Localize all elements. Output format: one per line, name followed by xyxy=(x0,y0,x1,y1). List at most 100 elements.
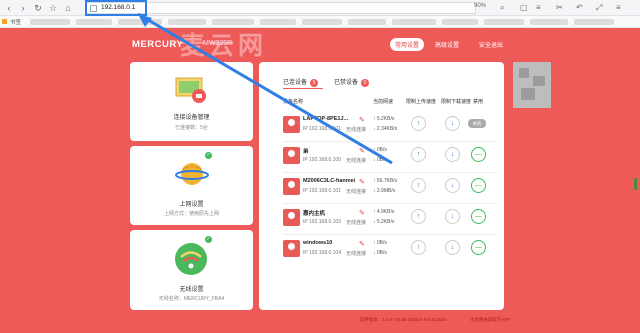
tab-blocked[interactable]: 已禁设备 0 xyxy=(334,77,370,87)
card-subtitle: 已连接数：5台 xyxy=(175,125,208,131)
nav-advanced-settings[interactable]: 高级设置 xyxy=(430,38,464,51)
upload-speed: ↑ 0B/s xyxy=(373,147,387,153)
limit-download-button[interactable]: ↓ xyxy=(445,147,460,162)
upload-speed: ↑ 4.9KB/s xyxy=(373,209,395,215)
device-icon xyxy=(283,209,300,226)
device-panel: 已连设备 5 已禁设备 0 设备名称 当前网速 限制上传速度 限制下载速度 禁用 L… xyxy=(259,62,504,310)
card-subtitle: 无线名称：MERCURY_FBA4 xyxy=(158,296,225,302)
bookmark-item[interactable] xyxy=(30,19,70,25)
tab-count-badge: 0 xyxy=(361,79,370,87)
bookmark-label[interactable]: 书签 xyxy=(10,18,21,26)
edit-icon[interactable]: ✎ xyxy=(359,147,365,155)
device-row: windows10 IP 192.168.0.104 无线连接 ✎ ↑ 0B/s… xyxy=(283,240,498,266)
bookmark-icon[interactable]: ☆ xyxy=(48,3,58,13)
connection-type: 无线连接 xyxy=(346,220,367,226)
col-device-name: 设备名称 xyxy=(283,99,304,105)
card-wireless-settings[interactable]: ✓ 无线设置 无线名称：MERCURY_FBA4 xyxy=(130,230,253,310)
local-device-badge: 本机 xyxy=(468,119,486,128)
tab-label: 已连设备 xyxy=(283,80,308,86)
row-divider xyxy=(283,234,498,235)
brand-logo: MERCURY xyxy=(132,39,184,50)
more-icon[interactable]: ≡ xyxy=(616,3,621,13)
device-ip: IP 192.168.0.103 xyxy=(303,219,341,225)
bookmark-item[interactable] xyxy=(118,19,162,25)
menu-icon[interactable]: ≡ xyxy=(536,3,541,13)
block-toggle[interactable]: — xyxy=(471,209,486,224)
edit-icon[interactable]: ✎ xyxy=(359,209,365,217)
limit-download-button[interactable]: ↓ xyxy=(445,178,460,193)
bookmark-item[interactable] xyxy=(484,19,524,25)
star-icon xyxy=(2,19,7,24)
limit-download-button[interactable]: ↓ xyxy=(445,209,460,224)
tab-connected[interactable]: 已连设备 5 xyxy=(283,77,319,87)
connection-type: 无线连接 xyxy=(346,158,367,164)
cut-icon[interactable]: ✂ xyxy=(556,3,563,13)
row-divider xyxy=(283,141,498,142)
card-device-management[interactable]: 连接设备管理 已连接数：5台 xyxy=(130,62,253,141)
limit-upload-button[interactable]: ↑ xyxy=(411,147,426,162)
connection-type: 无线连接 xyxy=(346,251,367,257)
device-row: 弟 IP 192.168.0.100 无线连接 ✎ ↑ 0B/s ↓ 0B/s … xyxy=(283,147,498,173)
blurred-image xyxy=(513,62,551,108)
globe-icon xyxy=(175,163,209,185)
extension-icon[interactable]: ▢ xyxy=(520,3,528,13)
bookmark-item[interactable] xyxy=(76,19,112,25)
forward-icon[interactable]: › xyxy=(18,3,28,13)
nav-common-settings[interactable]: 常用设置 xyxy=(390,38,425,51)
device-name: LAPTOP-8PE1J... xyxy=(303,116,349,122)
reload-icon[interactable]: ↻ xyxy=(33,3,43,13)
limit-upload-button[interactable]: ↑ xyxy=(411,209,426,224)
block-toggle[interactable]: — xyxy=(471,147,486,162)
tab-count-badge: 5 xyxy=(310,79,319,87)
col-current-speed: 当前网速 xyxy=(373,99,394,105)
scroll-indicator[interactable] xyxy=(634,178,637,190)
device-icon xyxy=(283,240,300,257)
upload-speed: ↑ 0B/s xyxy=(373,240,387,246)
edit-icon[interactable]: ✎ xyxy=(359,240,365,248)
limit-download-button[interactable]: ↓ xyxy=(445,240,460,255)
device-name: windows10 xyxy=(303,240,333,246)
nav-logout[interactable]: 安全退出 xyxy=(474,38,508,51)
device-icon xyxy=(283,116,300,133)
edit-icon[interactable]: ✎ xyxy=(359,116,365,124)
undo-icon[interactable]: ↶ xyxy=(576,3,583,13)
device-ip: IP 192.168.0.101 xyxy=(303,126,341,132)
bookmark-item[interactable] xyxy=(212,19,254,25)
block-toggle[interactable]: — xyxy=(471,240,486,255)
home-icon[interactable]: ⌂ xyxy=(63,3,73,13)
bookmark-item[interactable] xyxy=(530,19,568,25)
device-management-icon xyxy=(175,77,206,103)
fullscreen-icon[interactable]: ⤢ xyxy=(596,3,602,13)
device-row: 惠内主机 IP 192.168.0.103 无线连接 ✎ ↑ 4.9KB/s ↓… xyxy=(283,209,498,235)
bookmark-item[interactable] xyxy=(168,19,206,25)
limit-upload-button[interactable]: ↑ xyxy=(411,116,426,131)
firmware-version: 软件版本：1.0.47 Build 150619 Rel.51363n xyxy=(360,317,447,322)
bookmark-item[interactable] xyxy=(302,19,342,25)
block-toggle[interactable]: — xyxy=(471,178,486,193)
limit-download-button[interactable]: ↓ xyxy=(445,116,460,131)
search-icon[interactable]: ⌕ xyxy=(500,3,504,13)
bookmark-bar: 书签 xyxy=(0,16,640,28)
bookmark-item[interactable] xyxy=(392,19,436,25)
limit-upload-button[interactable]: ↑ xyxy=(411,178,426,193)
download-speed: ↓ 5.2KB/s xyxy=(373,219,395,225)
bookmark-item[interactable] xyxy=(442,19,478,25)
connection-type: 无线连接 xyxy=(346,127,367,133)
card-title: 无线设置 xyxy=(179,287,204,293)
zoom-level[interactable]: 90% xyxy=(474,3,486,9)
upload-speed: ↑ 56.7KB/s xyxy=(373,178,398,184)
tab-underline xyxy=(283,88,323,89)
device-name: M2006C3LC-hanmei xyxy=(303,178,356,184)
bookmark-item[interactable] xyxy=(348,19,386,25)
bookmark-item[interactable] xyxy=(260,19,296,25)
device-name: 惠内主机 xyxy=(303,211,326,217)
card-internet-settings[interactable]: ✓ 上网设置 上网方式：使用原先上网 xyxy=(130,146,253,225)
limit-upload-button[interactable]: ↑ xyxy=(411,240,426,255)
upload-speed: ↑ 5.2KB/s xyxy=(373,116,395,122)
bookmark-item[interactable] xyxy=(574,19,614,25)
device-ip: IP 192.168.0.104 xyxy=(303,250,341,256)
back-icon[interactable]: ‹ xyxy=(4,3,14,13)
device-icon xyxy=(283,147,300,164)
edit-icon[interactable]: ✎ xyxy=(359,178,365,186)
app-link[interactable]: 水星路由器官方APP xyxy=(470,317,511,323)
